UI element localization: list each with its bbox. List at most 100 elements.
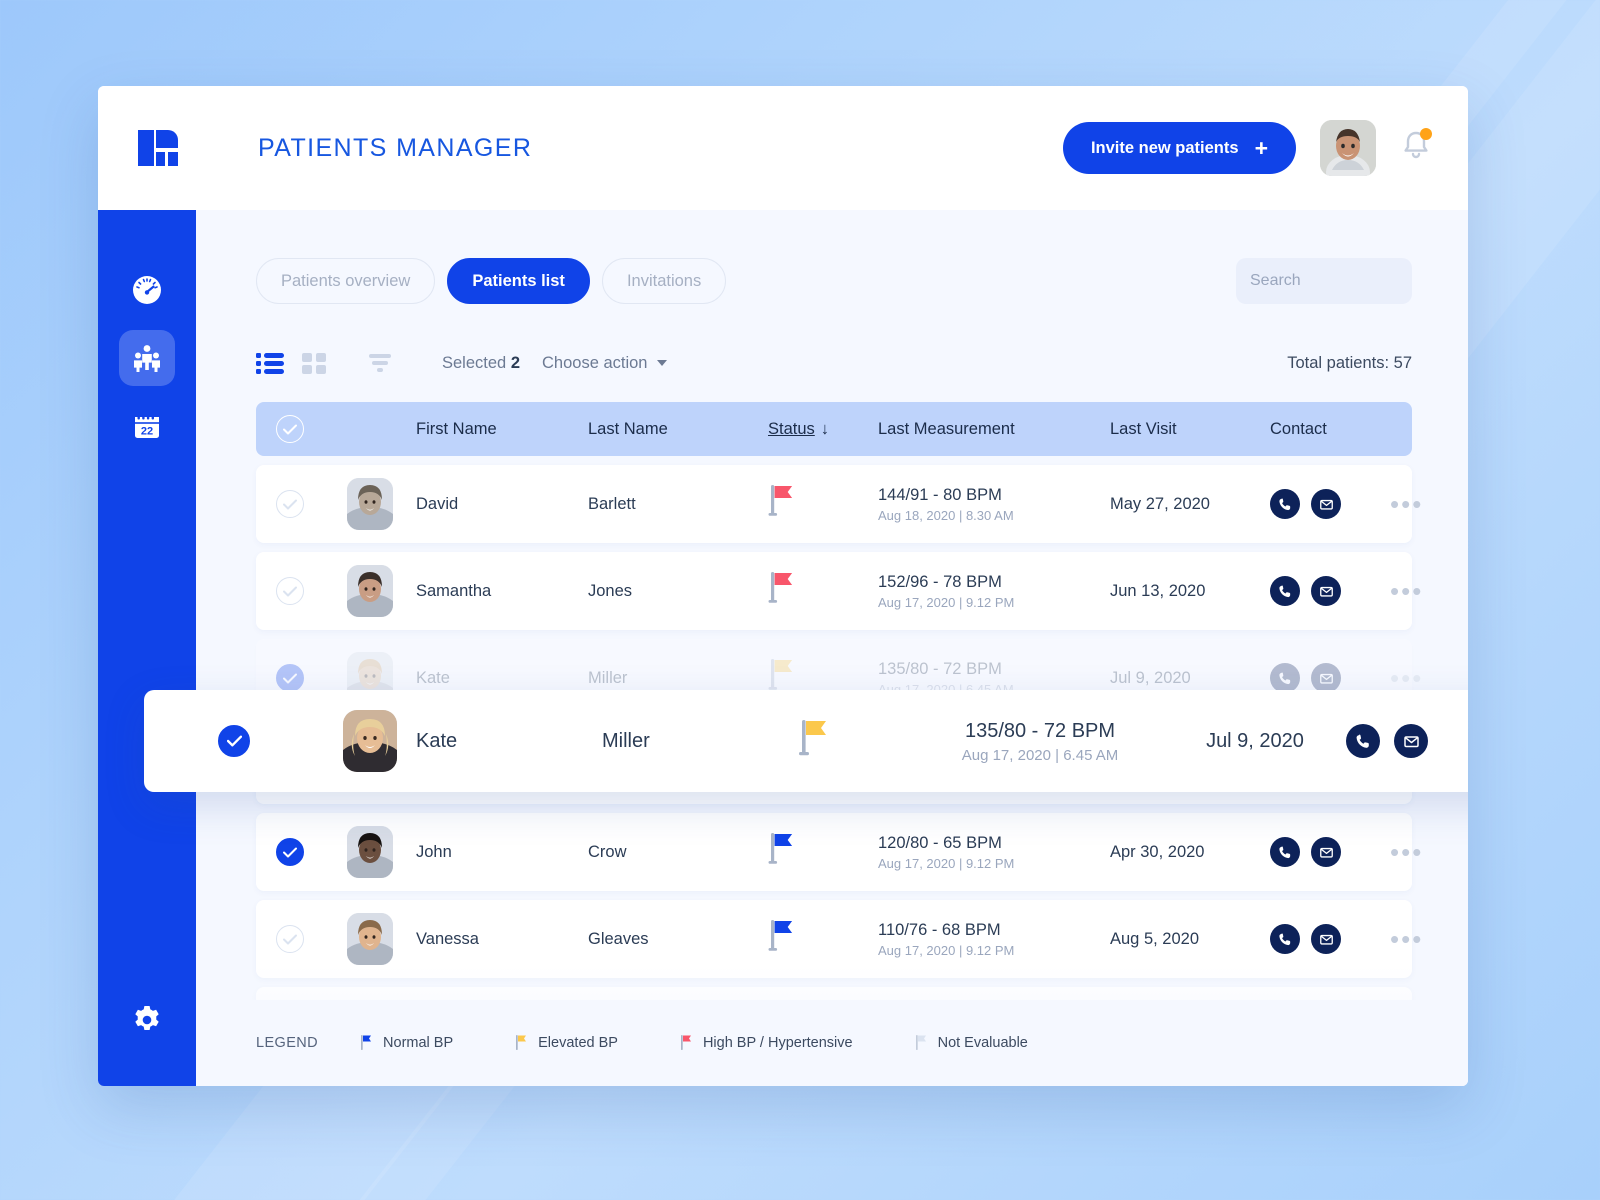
column-header-status[interactable]: Status ↓ — [768, 420, 878, 439]
row-checkbox-cell — [144, 725, 324, 757]
tabs-bar: Patients overview Patients list Invitati… — [256, 258, 1457, 304]
header-actions: Invite new patients + — [1062, 120, 1434, 176]
row-last-visit: Jul 9, 2020 — [1206, 729, 1304, 752]
table-row[interactable]: Vanessa Gleaves 110/76 - 68 BPM Aug 17, … — [256, 900, 1421, 978]
dashboard-gauge-icon — [133, 276, 161, 304]
row-first-name: Kate — [416, 729, 458, 752]
phone-icon[interactable] — [1270, 837, 1300, 867]
email-icon[interactable] — [1394, 724, 1428, 758]
row-checkbox[interactable] — [276, 838, 304, 866]
row-checkbox[interactable] — [276, 664, 304, 692]
column-header-first-name[interactable]: First Name — [416, 420, 588, 439]
row-checkbox[interactable] — [276, 490, 304, 518]
flag-icon-red — [768, 571, 793, 603]
tab-patients-list[interactable]: Patients list — [447, 258, 590, 304]
sidebar-item-patients[interactable] — [119, 330, 175, 386]
invite-new-patients-button[interactable]: Invite new patients + — [1062, 122, 1296, 174]
row-first-name: Samantha — [416, 581, 492, 600]
table-row[interactable]: John Crow 120/80 - 65 BPM Aug 17, 2020 |… — [256, 813, 1421, 891]
filter-icon[interactable] — [368, 352, 392, 374]
more-options-icon[interactable]: ••• — [1390, 665, 1423, 691]
selected-number: 2 — [510, 353, 520, 372]
table-row[interactable]: David Barlett 144/91 - 80 BPM Aug 18, 20… — [256, 465, 1421, 543]
row-avatar-cell — [324, 478, 416, 530]
more-options-icon[interactable]: ••• — [1390, 578, 1423, 604]
row-measurement: 152/96 - 78 BPM — [878, 572, 1002, 591]
row-contact-actions — [1270, 489, 1390, 519]
legend-label: Elevated BP — [538, 1035, 618, 1051]
main-content: Patients overview Patients list Invitati… — [144, 210, 1468, 1086]
list-view-icon[interactable] — [256, 352, 284, 374]
more-options-icon[interactable]: ••• — [1390, 926, 1423, 952]
table-row-highlighted[interactable]: Kate Miller 135/80 - 72 BPM Aug 17, 2020… — [144, 690, 1468, 792]
row-checkbox-cell — [256, 490, 324, 518]
select-all-checkbox-cell — [256, 415, 324, 443]
phone-icon[interactable] — [1270, 663, 1300, 693]
row-first-name: Vanessa — [416, 929, 479, 948]
row-contact-actions — [1270, 576, 1390, 606]
row-checkbox-cell — [256, 664, 324, 692]
row-contact-actions — [1270, 924, 1390, 954]
row-last-name: Gleaves — [588, 929, 649, 948]
row-last-name: Jones — [588, 581, 633, 600]
grid-view-icon[interactable] — [302, 352, 328, 374]
row-more-cell: ••• — [1390, 578, 1423, 604]
phone-icon[interactable] — [1346, 724, 1380, 758]
sidebar-item-dashboard[interactable] — [119, 262, 175, 318]
legend-item-not-evaluable: Not Evaluable — [915, 1034, 1028, 1052]
legend-item-elevated: Elevated BP — [515, 1034, 618, 1052]
legend-item-high: High BP / Hypertensive — [680, 1034, 853, 1052]
brand-logo[interactable] — [98, 122, 222, 174]
select-all-checkbox[interactable] — [276, 415, 304, 443]
sidebar-item-calendar[interactable]: 22 — [119, 398, 175, 454]
email-icon[interactable] — [1311, 489, 1341, 519]
column-header-last-name[interactable]: Last Name — [588, 420, 768, 439]
phone-icon[interactable] — [1270, 489, 1300, 519]
email-icon[interactable] — [1311, 576, 1341, 606]
row-checkbox[interactable] — [276, 577, 304, 605]
column-header-status-label[interactable]: Status — [768, 420, 815, 438]
more-options-icon[interactable]: ••• — [1390, 491, 1423, 517]
avatar — [347, 478, 393, 530]
column-header-last-measurement[interactable]: Last Measurement — [878, 420, 1110, 439]
top-header-bar: PATIENTS MANAGER Invite new patients + — [98, 86, 1468, 210]
tab-invitations[interactable]: Invitations — [601, 258, 727, 304]
row-checkbox[interactable] — [218, 725, 250, 757]
row-more-cell: ••• — [1390, 839, 1423, 865]
row-status-flag — [768, 569, 878, 614]
row-more-cell: ••• — [1390, 665, 1423, 691]
row-first-name: David — [416, 494, 459, 513]
search-input[interactable] — [1250, 272, 1457, 290]
column-header-contact[interactable]: Contact — [1270, 420, 1390, 439]
row-status-flag — [768, 482, 878, 527]
row-avatar-cell — [324, 710, 416, 772]
selected-word: Selected — [442, 353, 507, 372]
notifications-button[interactable] — [1400, 128, 1434, 168]
row-contact-actions — [1270, 837, 1390, 867]
row-first-name: Kate — [416, 668, 450, 687]
email-icon[interactable] — [1311, 924, 1341, 954]
row-last-name: Miller — [588, 668, 628, 687]
search-box[interactable] — [1236, 258, 1457, 304]
sort-descending-icon[interactable]: ↓ — [821, 420, 829, 438]
row-status-flag — [798, 716, 916, 766]
gear-icon — [135, 1006, 159, 1030]
email-icon[interactable] — [1311, 837, 1341, 867]
sidebar-item-settings[interactable] — [130, 1003, 164, 1042]
email-icon[interactable] — [1311, 663, 1341, 693]
column-header-last-visit[interactable]: Last Visit — [1110, 420, 1270, 439]
flag-icon-blue — [768, 832, 793, 864]
table-row[interactable]: Samantha Jones 152/96 - 78 BPM Aug 17, 2… — [256, 552, 1421, 630]
row-checkbox-cell — [256, 577, 324, 605]
avatar[interactable] — [1320, 120, 1376, 176]
row-measured-at: Aug 17, 2020 | 9.12 PM — [878, 943, 1015, 959]
tab-patients-overview[interactable]: Patients overview — [256, 258, 436, 304]
choose-action-dropdown[interactable]: Choose action — [542, 354, 667, 373]
row-checkbox[interactable] — [276, 925, 304, 953]
phone-icon[interactable] — [1270, 576, 1300, 606]
avatar — [343, 710, 397, 772]
more-options-icon[interactable]: ••• — [1390, 839, 1423, 865]
phone-icon[interactable] — [1270, 924, 1300, 954]
row-last-visit: Jul 9, 2020 — [1110, 668, 1191, 687]
choose-action-label: Choose action — [542, 353, 648, 372]
